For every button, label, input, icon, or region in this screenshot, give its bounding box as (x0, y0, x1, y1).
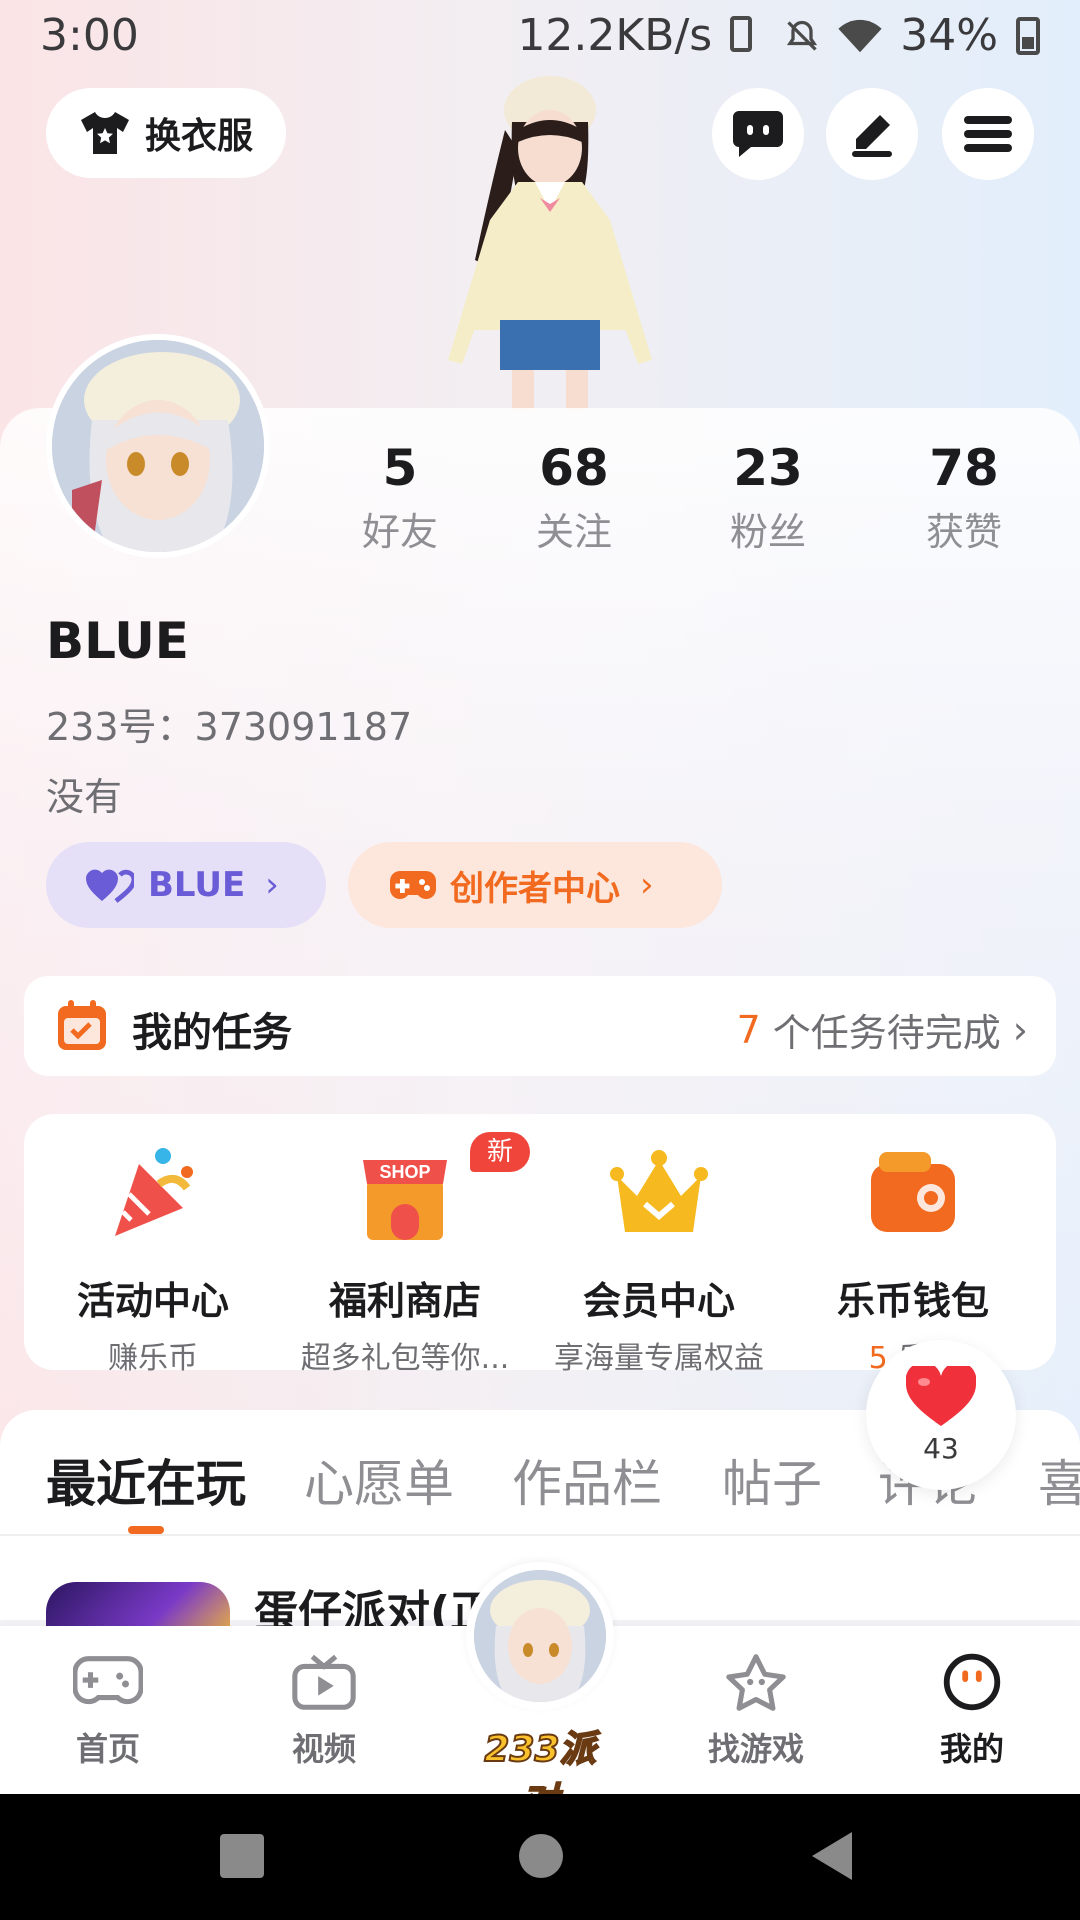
nav-label: 首页 (75, 1730, 140, 1768)
nav-find-games[interactable]: 找游戏 (686, 1652, 826, 1770)
stat-fans[interactable]: 23 粉丝 (688, 438, 848, 562)
entry-title: 活动中心 (76, 1279, 229, 1323)
calendar-check-icon (58, 1000, 106, 1050)
heart-icon (906, 1366, 976, 1426)
pending-tasks: 7 个任务待完成 › (737, 1002, 1028, 1057)
like-count: 43 (923, 1432, 959, 1465)
status-time: 3:00 (40, 10, 139, 61)
new-badge: 新 (470, 1132, 530, 1172)
nav-mine[interactable]: 我的 (902, 1652, 1042, 1770)
change-outfit-button[interactable]: 换衣服 (46, 88, 286, 178)
chevron-right-icon: › (1012, 1007, 1028, 1052)
username: BLUE (46, 612, 189, 670)
avatar-portrait (52, 340, 264, 552)
entry-subtitle: 享海量专属权益 (554, 1341, 764, 1376)
star-face-icon (726, 1654, 786, 1711)
my-tasks-title: 我的任务 (132, 1010, 292, 1056)
edit-profile-button[interactable] (826, 88, 918, 180)
entry-title: 福利商店 (328, 1279, 481, 1323)
stat-label: 关注 (535, 510, 612, 554)
recent-apps-button[interactable] (220, 1834, 264, 1878)
entry-title: 会员中心 (582, 1279, 735, 1323)
tab-divider (0, 1534, 1080, 1536)
party-center-button[interactable] (466, 1562, 614, 1710)
chevron-right-icon: › (640, 865, 654, 905)
creator-center-button[interactable]: 创作者中心 › (348, 842, 722, 928)
stat-label: 粉丝 (729, 510, 806, 554)
tab-works[interactable]: 作品栏 (512, 1444, 662, 1516)
entry-subtitle: 超多礼包等你... (300, 1341, 510, 1376)
phone-icon (730, 15, 766, 56)
wallet-icon (871, 1152, 955, 1232)
crown-icon (610, 1150, 708, 1232)
status-bar: 3:00 12.2KB/s 34% (0, 0, 1080, 70)
shop-icon: SHOP (363, 1160, 447, 1240)
pending-tasks-label: 个任务待完成 (772, 1011, 1001, 1055)
chat-icon (733, 111, 783, 157)
user-avatar[interactable] (46, 334, 270, 558)
stat-label: 获赞 (925, 510, 1002, 554)
stat-following[interactable]: 68 关注 (494, 438, 654, 562)
battery-icon (1016, 16, 1040, 55)
hamburger-menu-icon (964, 116, 1012, 152)
message-button[interactable] (712, 88, 804, 180)
stat-label: 好友 (361, 510, 438, 554)
stat-value: 78 (929, 439, 999, 497)
nav-label: 找游戏 (707, 1730, 804, 1768)
user-bio: 没有 (46, 775, 123, 819)
stat-value: 5 (382, 439, 418, 497)
like-bubble[interactable]: 43 (866, 1340, 1016, 1490)
welfare-shop-entry[interactable]: SHOP 福利商店 超多礼包等你... (280, 1144, 530, 1377)
menu-button[interactable] (942, 88, 1034, 180)
tab-likes-partial[interactable]: 喜 (1038, 1444, 1080, 1516)
active-tab-indicator (128, 1526, 164, 1534)
network-speed: 12.2KB/s (517, 10, 713, 61)
my-tasks-row[interactable]: 我的任务 7 个任务待完成 › (24, 976, 1056, 1076)
pencil-icon (852, 115, 892, 157)
tab-posts[interactable]: 帖子 (722, 1444, 822, 1516)
party-popper-icon (115, 1148, 193, 1236)
nav-label: 视频 (291, 1730, 356, 1768)
avatar-character-3d (448, 76, 652, 410)
change-outfit-label: 换衣服 (144, 116, 253, 157)
nav-video[interactable]: 视频 (254, 1652, 394, 1770)
creator-center-label: 创作者中心 (450, 868, 620, 909)
party-avatar-image (474, 1570, 606, 1702)
profile-stats: 5 好友 68 关注 23 粉丝 78 获赞 (320, 438, 1040, 558)
stat-value: 23 (733, 439, 803, 497)
back-button[interactable] (812, 1832, 852, 1880)
nav-home[interactable]: 首页 (38, 1652, 178, 1770)
wallet-entry[interactable]: 乐币钱包 5 乐币 (788, 1144, 1038, 1377)
tab-wishlist[interactable]: 心愿单 (304, 1444, 454, 1516)
tab-recent-played[interactable]: 最近在玩 (46, 1444, 246, 1516)
stat-likes[interactable]: 78 获赞 (884, 438, 1044, 562)
vip-center-entry[interactable]: 会员中心 享海量专属权益 (534, 1144, 784, 1377)
quick-entries-card: 活动中心 赚乐币 SHOP 福利商店 超多礼包等你... 新 会员中心 享海量专… (24, 1114, 1056, 1376)
user-id: 233号：373091187 (46, 705, 413, 749)
bell-off-icon (787, 20, 818, 51)
tv-play-icon (292, 1654, 356, 1710)
fan-badge-label: BLUE (148, 865, 246, 905)
system-navigation-bar (0, 1794, 1080, 1920)
chevron-right-icon: › (265, 865, 279, 905)
gamepad-icon (390, 871, 436, 899)
fan-badge-button[interactable]: BLUE › (46, 842, 326, 928)
event-center-entry[interactable]: 活动中心 赚乐币 (28, 1144, 278, 1377)
entry-subtitle: 赚乐币 (108, 1341, 198, 1376)
entry-title: 乐币钱包 (836, 1279, 989, 1323)
gamepad-icon (72, 1656, 144, 1705)
home-button[interactable] (519, 1834, 563, 1878)
shop-sign: SHOP (379, 1162, 430, 1182)
nav-label: 我的 (939, 1730, 1004, 1768)
shirt-icon (80, 112, 129, 154)
smiley-icon (943, 1653, 1001, 1711)
battery-percent: 34% (900, 10, 998, 61)
stat-friends[interactable]: 5 好友 (320, 438, 480, 562)
hearts-icon (86, 869, 134, 903)
wifi-icon (838, 19, 882, 52)
stat-value: 68 (539, 439, 609, 497)
pending-tasks-count: 7 (736, 1007, 761, 1052)
